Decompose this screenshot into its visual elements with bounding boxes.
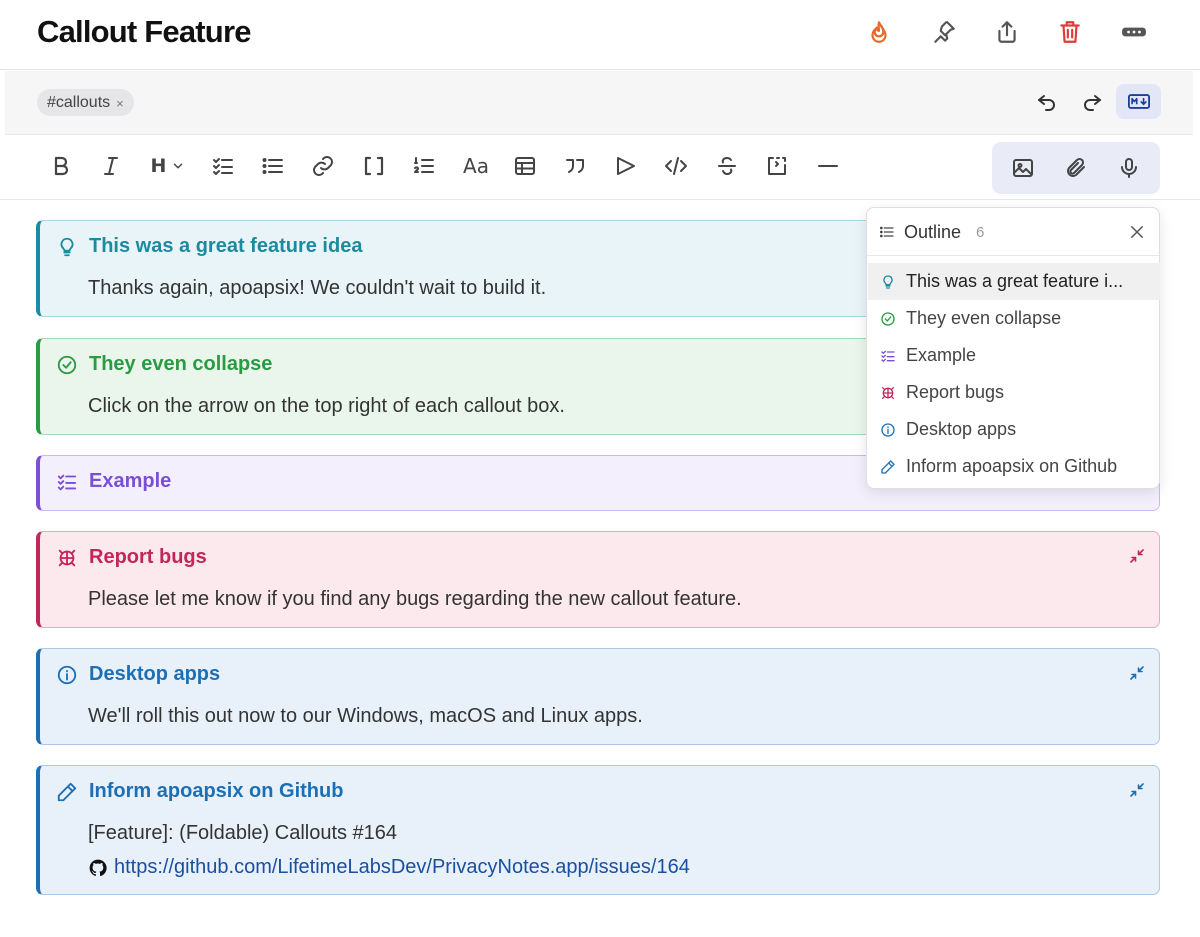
divider-icon[interactable] [810, 150, 846, 182]
callout-note: Inform apoapsix on Github [Feature]: (Fo… [36, 765, 1160, 895]
bullet-list-icon[interactable] [255, 150, 291, 182]
callout-body: Please let me know if you find any bugs … [88, 588, 742, 610]
callout-info: Desktop apps We'll roll this out now to … [36, 648, 1160, 745]
callout-title: Report bugs [89, 546, 207, 568]
outline-item-label: This was a great feature i... [906, 271, 1124, 291]
code-icon[interactable] [658, 150, 694, 182]
collapse-icon[interactable] [1127, 663, 1147, 683]
callout-icon[interactable] [608, 150, 644, 182]
outline-item[interactable]: This was a great feature i... [868, 263, 1160, 300]
lightbulb-icon [60, 237, 74, 256]
outline-item-label: Inform apoapsix on Github [906, 456, 1118, 476]
outline-title: Outline [904, 222, 962, 242]
callout-title: They even collapse [89, 353, 273, 375]
callout-title: Inform apoapsix on Github [89, 780, 344, 802]
lightbulb-icon [883, 274, 893, 289]
undo-icon[interactable] [1031, 86, 1063, 118]
outline-item-label: Example [906, 345, 977, 365]
outline-item[interactable]: Report bugs [868, 374, 1160, 411]
callout-title: Desktop apps [89, 663, 221, 685]
italic-icon[interactable] [93, 150, 129, 182]
outline-item[interactable]: Desktop apps [868, 411, 1160, 448]
info-icon [881, 422, 895, 437]
embed-icon[interactable] [759, 150, 795, 182]
tag-remove-button[interactable]: × [116, 96, 124, 111]
chevron-down-icon [174, 163, 183, 169]
outline-item-label: Report bugs [906, 382, 1005, 402]
markdown-icon [1127, 94, 1150, 109]
media-button-group [992, 142, 1160, 194]
outline-item[interactable]: Example [868, 337, 1160, 374]
checklist-icon [881, 350, 895, 362]
outline-count: 6 [976, 224, 985, 241]
link-icon[interactable] [305, 150, 341, 182]
callout-bug: Report bugs Please let me know if you fi… [36, 531, 1160, 628]
microphone-icon[interactable] [1111, 152, 1147, 184]
pencil-icon [881, 459, 895, 474]
numbered-list-icon[interactable] [406, 150, 442, 182]
callout-header[interactable]: Report bugs [56, 546, 207, 569]
outline-item[interactable]: Inform apoapsix on Github [868, 448, 1160, 485]
brackets-icon[interactable] [356, 150, 392, 182]
flame-icon[interactable] [864, 17, 894, 47]
pencil-icon [57, 782, 77, 801]
page-title: Callout Feature [37, 14, 251, 49]
heading-dropdown[interactable]: H [146, 150, 190, 182]
github-icon [89, 859, 107, 876]
strikethrough-icon[interactable] [709, 150, 745, 182]
checklist-icon[interactable] [205, 150, 241, 182]
bold-icon[interactable] [43, 150, 79, 182]
quote-icon[interactable] [557, 150, 593, 182]
outline-header: Outline 6 [867, 208, 1159, 256]
attachment-icon[interactable] [1058, 152, 1094, 184]
callout-title: Example [89, 470, 172, 492]
check-circle-icon [57, 355, 77, 374]
callout-header[interactable]: Desktop apps [56, 663, 220, 686]
close-icon[interactable] [1127, 222, 1147, 242]
share-icon[interactable] [992, 17, 1022, 47]
callout-header[interactable]: Example [56, 470, 171, 493]
tag-label: #callouts [47, 93, 111, 111]
tag-chip[interactable]: #callouts × [37, 89, 134, 116]
formatting-toolbar: H Aa [0, 136, 1200, 200]
outline-item-label: Desktop apps [906, 419, 1017, 439]
callout-title: This was a great feature idea [89, 235, 363, 257]
font-label: Aa [463, 154, 489, 178]
check-circle-icon [881, 311, 895, 326]
callout-body: Thanks again, apoapsix! We couldn't wait… [88, 277, 547, 299]
callout-body: Click on the arrow on the top right of e… [88, 395, 565, 417]
header: Callout Feature [0, 0, 1200, 70]
github-issue-link[interactable]: https://github.com/LifetimeLabsDev/Priva… [114, 856, 690, 879]
checklist-icon [57, 474, 77, 490]
outline-panel: Outline 6 This was a great feature i... … [866, 207, 1160, 489]
more-icon[interactable] [1119, 17, 1149, 47]
bug-icon [882, 386, 894, 399]
callout-header[interactable]: This was a great feature idea [56, 235, 362, 258]
outline-item-label: They even collapse [906, 308, 1062, 328]
github-link-row: https://github.com/LifetimeLabsDev/Priva… [88, 856, 690, 879]
collapse-icon[interactable] [1127, 546, 1147, 566]
table-icon[interactable] [507, 150, 543, 182]
callout-header[interactable]: They even collapse [56, 353, 272, 376]
callout-body: [Feature]: (Foldable) Callouts #164 [88, 822, 398, 844]
heading-label: H [150, 155, 167, 177]
pin-icon[interactable] [929, 17, 959, 47]
list-icon [880, 226, 894, 238]
callout-header[interactable]: Inform apoapsix on Github [56, 780, 343, 803]
collapse-icon[interactable] [1127, 780, 1147, 800]
outline-item[interactable]: They even collapse [868, 300, 1160, 337]
font-icon[interactable]: Aa [456, 150, 496, 182]
redo-icon[interactable] [1076, 86, 1108, 118]
bug-icon [58, 549, 76, 566]
trash-icon[interactable] [1055, 17, 1085, 47]
info-icon [57, 665, 77, 684]
markdown-toggle-button[interactable] [1116, 84, 1161, 119]
image-icon[interactable] [1005, 152, 1041, 184]
callout-body: We'll roll this out now to our Windows, … [88, 705, 643, 727]
tag-bar: #callouts × [5, 71, 1193, 135]
